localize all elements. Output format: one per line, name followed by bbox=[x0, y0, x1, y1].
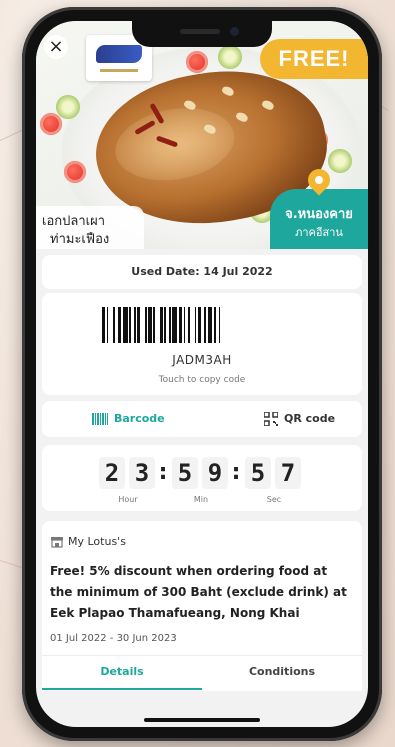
barcode-bar bbox=[145, 307, 147, 343]
coupon-code[interactable]: JADM3AH bbox=[42, 353, 362, 367]
merchant-name: My Lotus's bbox=[68, 535, 126, 548]
store-icon bbox=[51, 537, 63, 548]
barcode-bar bbox=[172, 307, 178, 343]
tab-qr-label: QR code bbox=[284, 412, 336, 425]
barcode-bar bbox=[188, 307, 190, 343]
region-label: ภาคอีสาน bbox=[295, 226, 343, 239]
province-label: จ.หนองคาย bbox=[285, 207, 353, 222]
barcode-bar bbox=[134, 307, 136, 343]
copy-hint: Touch to copy code bbox=[158, 375, 246, 385]
barcode-bar bbox=[129, 307, 131, 343]
home-indicator bbox=[144, 718, 260, 722]
timer-separator: : bbox=[231, 460, 241, 485]
timer-digit: 7 bbox=[275, 457, 301, 489]
tab-qr-code[interactable]: QR code bbox=[264, 401, 335, 437]
barcode-bar bbox=[218, 307, 221, 343]
barcode-bar bbox=[148, 307, 152, 343]
barcode-bar bbox=[122, 307, 128, 343]
timer-digit: 2 bbox=[99, 457, 125, 489]
barcode-icon bbox=[92, 413, 108, 425]
barcode-bar bbox=[113, 307, 115, 343]
barcode-bar bbox=[118, 307, 122, 343]
barcode-bar bbox=[194, 307, 197, 343]
barcode-bar bbox=[164, 307, 166, 343]
barcode-image[interactable] bbox=[102, 307, 302, 343]
info-tabs: Details Conditions bbox=[42, 655, 362, 690]
tab-barcode[interactable]: Barcode bbox=[92, 401, 165, 437]
barcode-bar bbox=[102, 307, 106, 343]
merchant-label: My Lotus's bbox=[50, 535, 126, 548]
barcode-bar bbox=[204, 307, 206, 343]
timer-digit: 5 bbox=[245, 457, 271, 489]
close-button[interactable]: × bbox=[44, 35, 68, 59]
timer-digit: 5 bbox=[172, 457, 198, 489]
barcode-bar bbox=[106, 307, 109, 343]
restaurant-name-line2: ท่ามะเฟือง bbox=[50, 232, 110, 247]
barcode-bar bbox=[183, 307, 186, 343]
barcode-bar bbox=[169, 307, 171, 343]
timer-separator: : bbox=[158, 460, 168, 485]
timer-label-hour: Hour bbox=[118, 495, 138, 504]
close-icon: × bbox=[48, 36, 64, 57]
app-screen: × FREE! เอกปลาเผา ท่ามะเฟือง จ.หนองคาย ภ… bbox=[36, 21, 368, 727]
hero-image: × FREE! เอกปลาเผา ท่ามะเฟือง จ.หนองคาย ภ… bbox=[36, 21, 368, 249]
location-tag: จ.หนองคาย ภาคอีสาน bbox=[270, 164, 368, 249]
timer-label-min: Min bbox=[193, 495, 209, 504]
phone-notch bbox=[132, 21, 272, 47]
qr-code-icon bbox=[264, 412, 278, 426]
coupon-info: My Lotus's Free! 5% discount when orderi… bbox=[42, 521, 362, 691]
barcode-card[interactable]: JADM3AH Touch to copy code bbox=[42, 293, 362, 395]
barcode-bar bbox=[198, 307, 202, 343]
barcode-bar bbox=[214, 307, 216, 343]
phone-frame: × FREE! เอกปลาเผา ท่ามะเฟือง จ.หนองคาย ภ… bbox=[22, 7, 382, 741]
timer-digit: 3 bbox=[129, 457, 155, 489]
countdown-timer: 2 3 : 5 9 : 5 7 Hour Min Sec bbox=[42, 445, 362, 511]
free-badge: FREE! bbox=[260, 39, 368, 79]
tab-details[interactable]: Details bbox=[42, 656, 202, 690]
offer-description: Free! 5% discount when ordering food at … bbox=[50, 564, 347, 620]
validity-period: 01 Jul 2022 - 30 Jun 2023 bbox=[50, 633, 177, 644]
barcode-bar bbox=[153, 307, 155, 343]
barcode-bar bbox=[137, 307, 141, 343]
barcode-bar bbox=[178, 307, 182, 343]
barcode-bar bbox=[207, 307, 213, 343]
tab-barcode-label: Barcode bbox=[114, 412, 165, 425]
barcode-bar bbox=[159, 307, 163, 343]
tab-conditions[interactable]: Conditions bbox=[202, 656, 362, 688]
code-type-tabs: Barcode QR code bbox=[42, 401, 362, 437]
used-date: Used Date: 14 Jul 2022 bbox=[42, 255, 362, 289]
restaurant-name-tag: เอกปลาเผา ท่ามะเฟือง bbox=[36, 206, 144, 249]
timer-label-sec: Sec bbox=[266, 495, 282, 504]
timer-digit: 9 bbox=[202, 457, 228, 489]
